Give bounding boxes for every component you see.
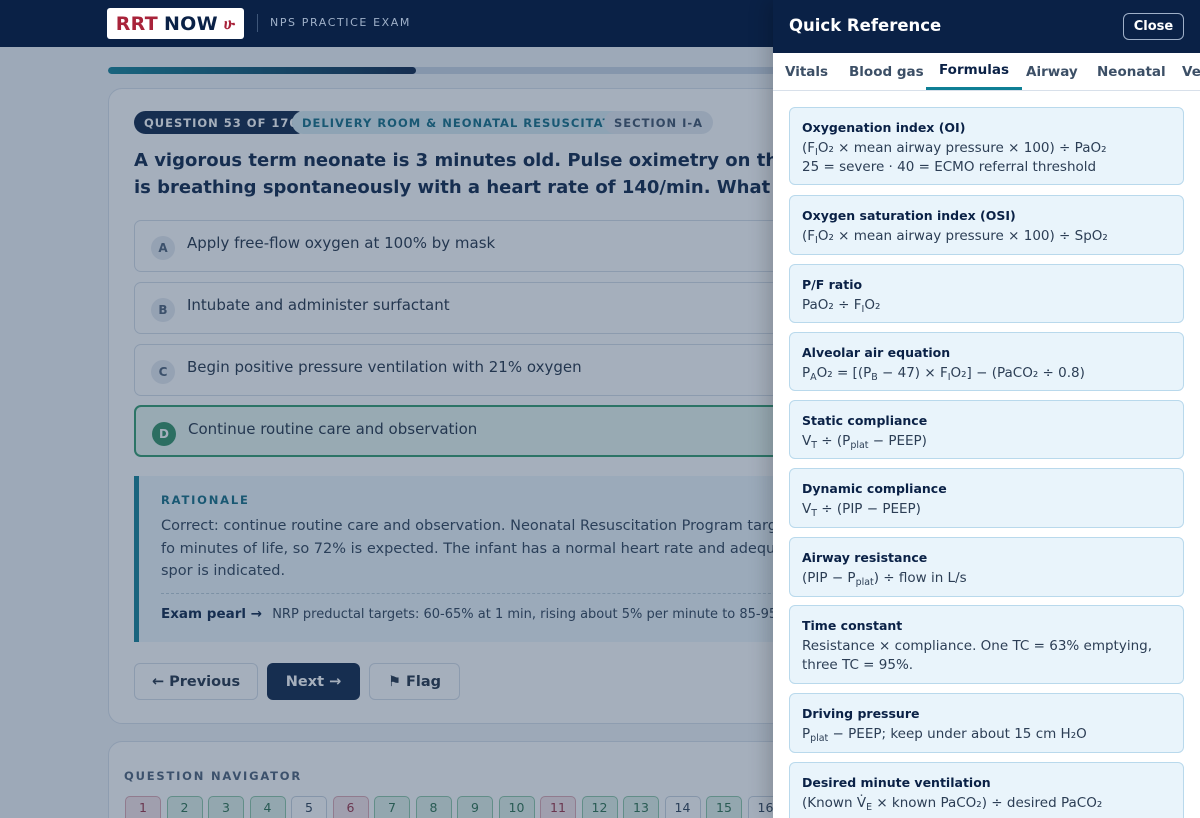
- formula-line: PAO₂ = [(PB − 47) × FIO₂] − (PaCO₂ ÷ 0.8…: [802, 365, 1085, 383]
- formula-line: (FIO₂ × mean airway pressure × 100) ÷ Sp…: [802, 228, 1108, 246]
- formula-line: VT ÷ (PIP − PEEP): [802, 501, 921, 519]
- formula-card-body: PAO₂ = [(PB − 47) × FIO₂] − (PaCO₂ ÷ 0.8…: [802, 364, 1172, 383]
- tab-neonatal[interactable]: Neonatal: [1097, 53, 1166, 90]
- formula-line: PaO₂ ÷ FIO₂: [802, 297, 881, 315]
- formula-card: Alveolar air equation PAO₂ = [(PB − 47) ×…: [789, 332, 1184, 391]
- drawer-header: Quick Reference Close: [773, 0, 1200, 53]
- formula-card-body: Resistance × compliance. One TC = 63% em…: [802, 637, 1172, 675]
- formula-card-body: Pplat − PEEP; keep under about 15 cm H₂O: [802, 725, 1172, 744]
- formula-card: Airway resistance (PIP − Pplat) ÷ flow in…: [789, 537, 1184, 597]
- formula-line: (FIO₂ × mean airway pressure × 100) ÷ Pa…: [802, 140, 1107, 158]
- exam-label: NPS PRACTICE EXAM: [270, 16, 411, 29]
- quick-reference-drawer: Quick Reference Close Vitals Blood gas F…: [773, 0, 1200, 818]
- formula-card: Time constant Resistance × compliance. On…: [789, 605, 1184, 684]
- formula-line: (Known V̇E × known PaCO₂) ÷ desired PaCO…: [802, 795, 1103, 813]
- formula-card-title: Alveolar air equation: [802, 345, 951, 360]
- formula-card: Dynamic compliance VT ÷ (PIP − PEEP): [789, 468, 1184, 528]
- close-button[interactable]: Close: [1123, 13, 1184, 40]
- drawer-title: Quick Reference: [789, 16, 942, 35]
- formula-card-body: VT ÷ (PIP − PEEP): [802, 500, 1172, 519]
- formula-card-body: (FIO₂ × mean airway pressure × 100) ÷ Sp…: [802, 227, 1172, 246]
- formula-card-title: Driving pressure: [802, 706, 920, 721]
- formula-card: Desired minute ventilation (Known V̇E × k…: [789, 762, 1184, 818]
- formula-card: Driving pressure Pplat − PEEP; keep under…: [789, 693, 1184, 753]
- header-divider: [257, 14, 258, 32]
- logo-rrt: RRT: [115, 12, 158, 35]
- tab-airway[interactable]: Airway: [1026, 53, 1078, 90]
- tab-formulas[interactable]: Formulas: [926, 53, 1023, 90]
- app-logo[interactable]: RRT NOW ሁ: [107, 8, 244, 39]
- formula-card: P/F ratio PaO₂ ÷ FIO₂: [789, 264, 1184, 323]
- formula-card-body: (Known V̇E × known PaCO₂) ÷ desired PaCO…: [802, 794, 1172, 813]
- formula-card-body: PaO₂ ÷ FIO₂: [802, 296, 1172, 315]
- reference-tabs: Vitals Blood gas Formulas Airway Neonata…: [773, 53, 1200, 91]
- tab-blood-gas[interactable]: Blood gas: [849, 53, 924, 90]
- tab-vitals[interactable]: Vitals: [785, 53, 828, 90]
- formula-card: Oxygenation index (OI) (FIO₂ × mean airwa…: [789, 107, 1184, 185]
- formula-card-title: Oxygen saturation index (OSI): [802, 208, 1016, 223]
- formula-card-title: Time constant: [802, 618, 903, 633]
- formula-card-body: VT ÷ (Pplat − PEEP): [802, 432, 1172, 451]
- formula-line: Resistance × compliance. One TC = 63% em…: [802, 638, 1153, 673]
- logo-now: NOW: [163, 12, 218, 35]
- formula-card-title: Dynamic compliance: [802, 481, 947, 496]
- formula-line: 25 = severe · 40 = ECMO referral thresho…: [802, 159, 1097, 175]
- formula-card-body: (FIO₂ × mean airway pressure × 100) ÷ Pa…: [802, 139, 1172, 177]
- formula-card-title: P/F ratio: [802, 277, 863, 292]
- formula-card-title: Static compliance: [802, 413, 928, 428]
- formula-card-title: Airway resistance: [802, 550, 928, 565]
- formula-card: Oxygen saturation index (OSI) (FIO₂ × mea…: [789, 195, 1184, 255]
- formula-card-title: Desired minute ventilation: [802, 775, 991, 790]
- formula-card: Static compliance VT ÷ (Pplat − PEEP): [789, 400, 1184, 459]
- formula-line: (PIP − Pplat) ÷ flow in L/s: [802, 570, 967, 588]
- formula-card-title: Oxygenation index (OI): [802, 120, 966, 135]
- formula-card-body: (PIP − Pplat) ÷ flow in L/s: [802, 569, 1172, 588]
- formula-line: Pplat − PEEP; keep under about 15 cm H₂O: [802, 726, 1087, 744]
- logo-mark-icon: ሁ: [223, 14, 236, 33]
- tab-ventilation[interactable]: Ve: [1182, 53, 1200, 90]
- formula-line: VT ÷ (Pplat − PEEP): [802, 433, 927, 451]
